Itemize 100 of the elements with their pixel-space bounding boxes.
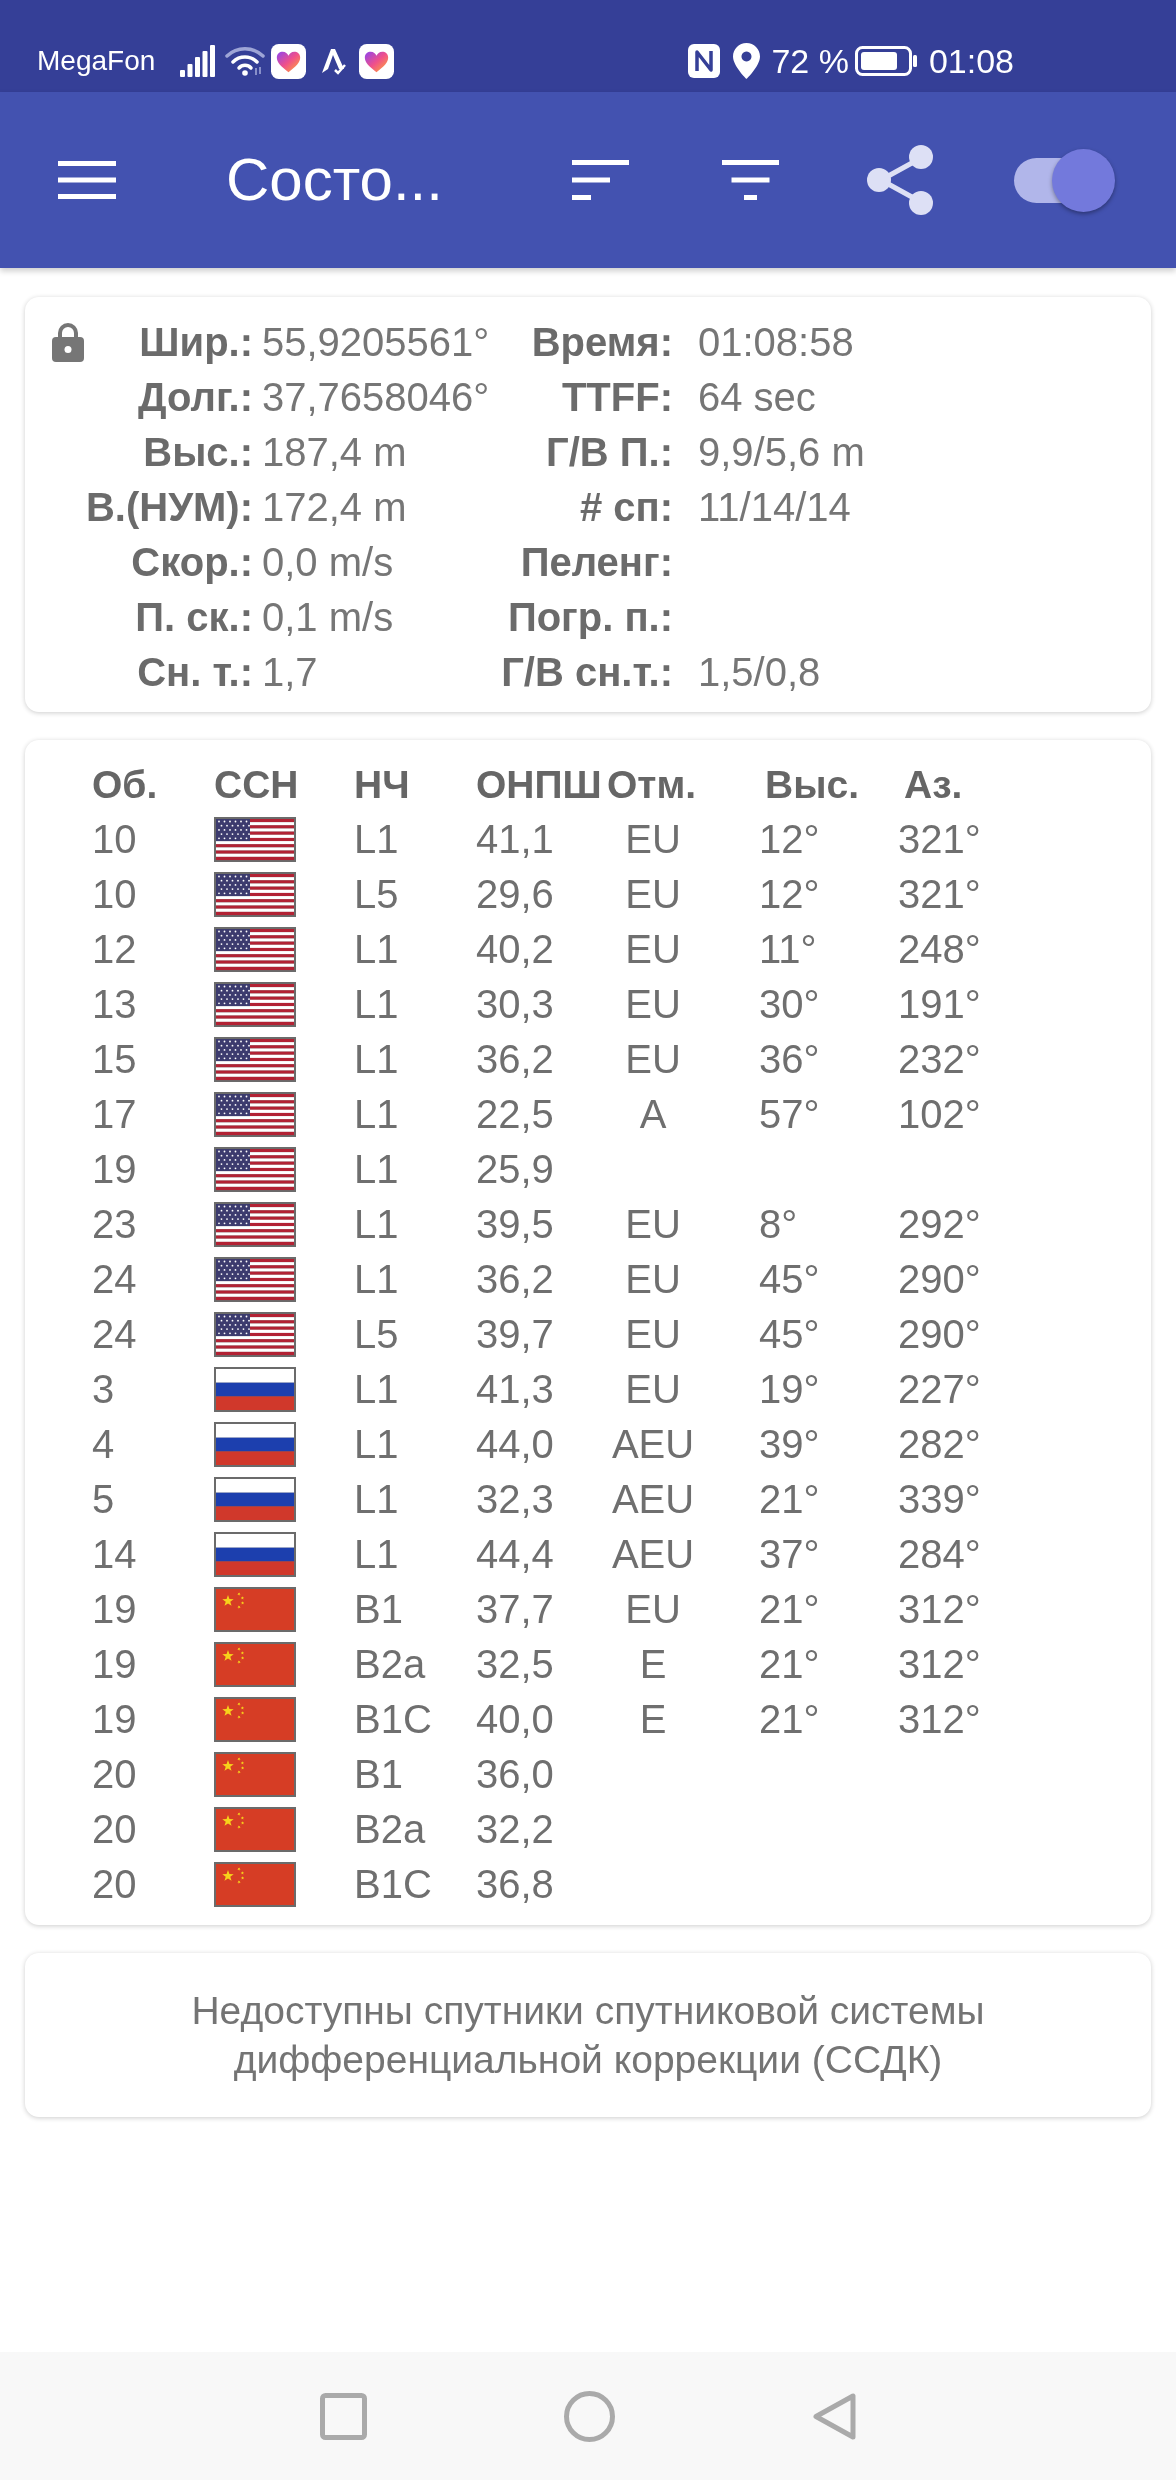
field-label: Долг.:: [138, 376, 253, 417]
share-icon[interactable]: [866, 143, 936, 217]
signal-noise-value: 32,2: [476, 1807, 554, 1851]
heart-app-icon: [359, 43, 395, 79]
us-flag-icon: [214, 1037, 296, 1082]
column-header: Аз.: [904, 762, 963, 806]
frequency-label: L1: [354, 1037, 399, 1081]
signal-icon: [180, 45, 216, 77]
signal-noise-value: 41,1: [476, 817, 554, 861]
signal-noise-value: 40,0: [476, 1697, 554, 1741]
satellite-number: 10: [92, 817, 137, 861]
frequency-label: B1C: [354, 1862, 432, 1906]
menu-icon[interactable]: [58, 161, 116, 199]
us-flag-icon: [214, 1092, 296, 1137]
russia-flag-icon: [214, 1367, 296, 1412]
us-flag-icon: [214, 1147, 296, 1192]
column-header: Выс.: [765, 762, 859, 806]
field-value: 64 sec: [698, 376, 816, 417]
elevation-value: 39°: [759, 1422, 820, 1466]
signal-noise-value: 37,7: [476, 1587, 554, 1631]
elevation-value: 36°: [759, 1037, 820, 1081]
field-label: Г/В сн.т.:: [501, 651, 673, 692]
satellite-number: 20: [92, 1752, 137, 1796]
field-label: Сн. т.:: [137, 651, 253, 692]
heart-app-icon: [271, 43, 307, 79]
china-flag-icon: [214, 1697, 296, 1742]
azimuth-value: 284°: [898, 1532, 981, 1576]
satellite-number: 17: [92, 1092, 137, 1136]
frequency-label: L1: [354, 927, 399, 971]
satellite-number: 3: [92, 1367, 115, 1411]
frequency-label: L1: [354, 982, 399, 1026]
frequency-label: B2a: [354, 1807, 426, 1851]
satellite-number: 24: [92, 1257, 137, 1301]
us-flag-icon: [214, 927, 296, 972]
china-flag-icon: [214, 1752, 296, 1797]
china-flag-icon: [214, 1862, 296, 1907]
toggle-switch[interactable]: [1014, 148, 1115, 212]
column-header: ССН: [214, 762, 299, 806]
filter-icon[interactable]: [722, 160, 779, 200]
sort-icon[interactable]: [572, 160, 629, 200]
azimuth-value: 312°: [898, 1587, 981, 1631]
location-pin-icon: [733, 43, 761, 79]
clock-time: 01:08: [928, 44, 1014, 78]
battery-icon: [854, 46, 918, 76]
elevation-value: 57°: [759, 1092, 820, 1136]
us-flag-icon: [214, 817, 296, 862]
fix-flags: EU: [625, 1312, 681, 1356]
elevation-value: 21°: [759, 1697, 820, 1741]
battery-percent: 72 %: [771, 44, 849, 78]
satellite-number: 13: [92, 982, 137, 1026]
elevation-value: 45°: [759, 1312, 820, 1356]
elevation-value: 19°: [759, 1367, 820, 1411]
frequency-label: B1C: [354, 1697, 432, 1741]
russia-flag-icon: [214, 1422, 296, 1467]
column-header: ОНПШ: [476, 762, 602, 806]
field-label: Пеленг:: [520, 541, 673, 582]
satellite-number: 10: [92, 872, 137, 916]
russia-flag-icon: [214, 1477, 296, 1522]
azimuth-value: 102°: [898, 1092, 981, 1136]
satellite-number: 20: [92, 1862, 137, 1906]
elevation-value: 21°: [759, 1587, 820, 1631]
fix-flags: EU: [625, 1587, 681, 1631]
signal-noise-value: 32,3: [476, 1477, 554, 1521]
field-value: 55,9205561°: [262, 321, 490, 362]
azimuth-value: 321°: [898, 817, 981, 861]
us-flag-icon: [214, 872, 296, 917]
frequency-label: L1: [354, 1147, 399, 1191]
field-label: Погр. п.:: [507, 596, 673, 637]
azimuth-value: 290°: [898, 1312, 981, 1356]
field-label: Шир.:: [139, 321, 253, 362]
carrier-name: MegaFon: [37, 47, 156, 75]
signal-noise-value: 32,5: [476, 1642, 554, 1686]
frequency-label: L5: [354, 872, 399, 916]
frequency-label: L5: [354, 1312, 399, 1356]
satellite-number: 5: [92, 1477, 115, 1521]
elevation-value: 30°: [759, 982, 820, 1026]
satellite-number: 19: [92, 1147, 137, 1191]
satellite-number: 12: [92, 927, 137, 971]
satellite-number: 15: [92, 1037, 137, 1081]
satellite-number: 19: [92, 1642, 137, 1686]
fix-flags: EU: [625, 1367, 681, 1411]
field-value: 37,7658046°: [262, 376, 490, 417]
azimuth-value: 232°: [898, 1037, 981, 1081]
frequency-label: L1: [354, 1532, 399, 1576]
azimuth-value: 191°: [898, 982, 981, 1026]
elevation-value: 12°: [759, 817, 820, 861]
field-value: 9,9/5,6 m: [698, 431, 865, 472]
satellite-number: 19: [92, 1587, 137, 1631]
fix-flags: E: [639, 1697, 667, 1741]
signal-noise-value: 39,5: [476, 1202, 554, 1246]
message-text: Недоступны спутники спутниковой системы дифференциальной коррекции (ССДК): [191, 1989, 985, 2081]
field-label: TTFF:: [561, 376, 673, 417]
china-flag-icon: [214, 1807, 296, 1852]
us-flag-icon: [214, 1257, 296, 1302]
satellite-number: 19: [92, 1697, 137, 1741]
signal-noise-value: 25,9: [476, 1147, 554, 1191]
us-flag-icon: [214, 982, 296, 1027]
azimuth-value: 292°: [898, 1202, 981, 1246]
fix-flags: EU: [625, 817, 681, 861]
fix-flags: EU: [625, 927, 681, 971]
